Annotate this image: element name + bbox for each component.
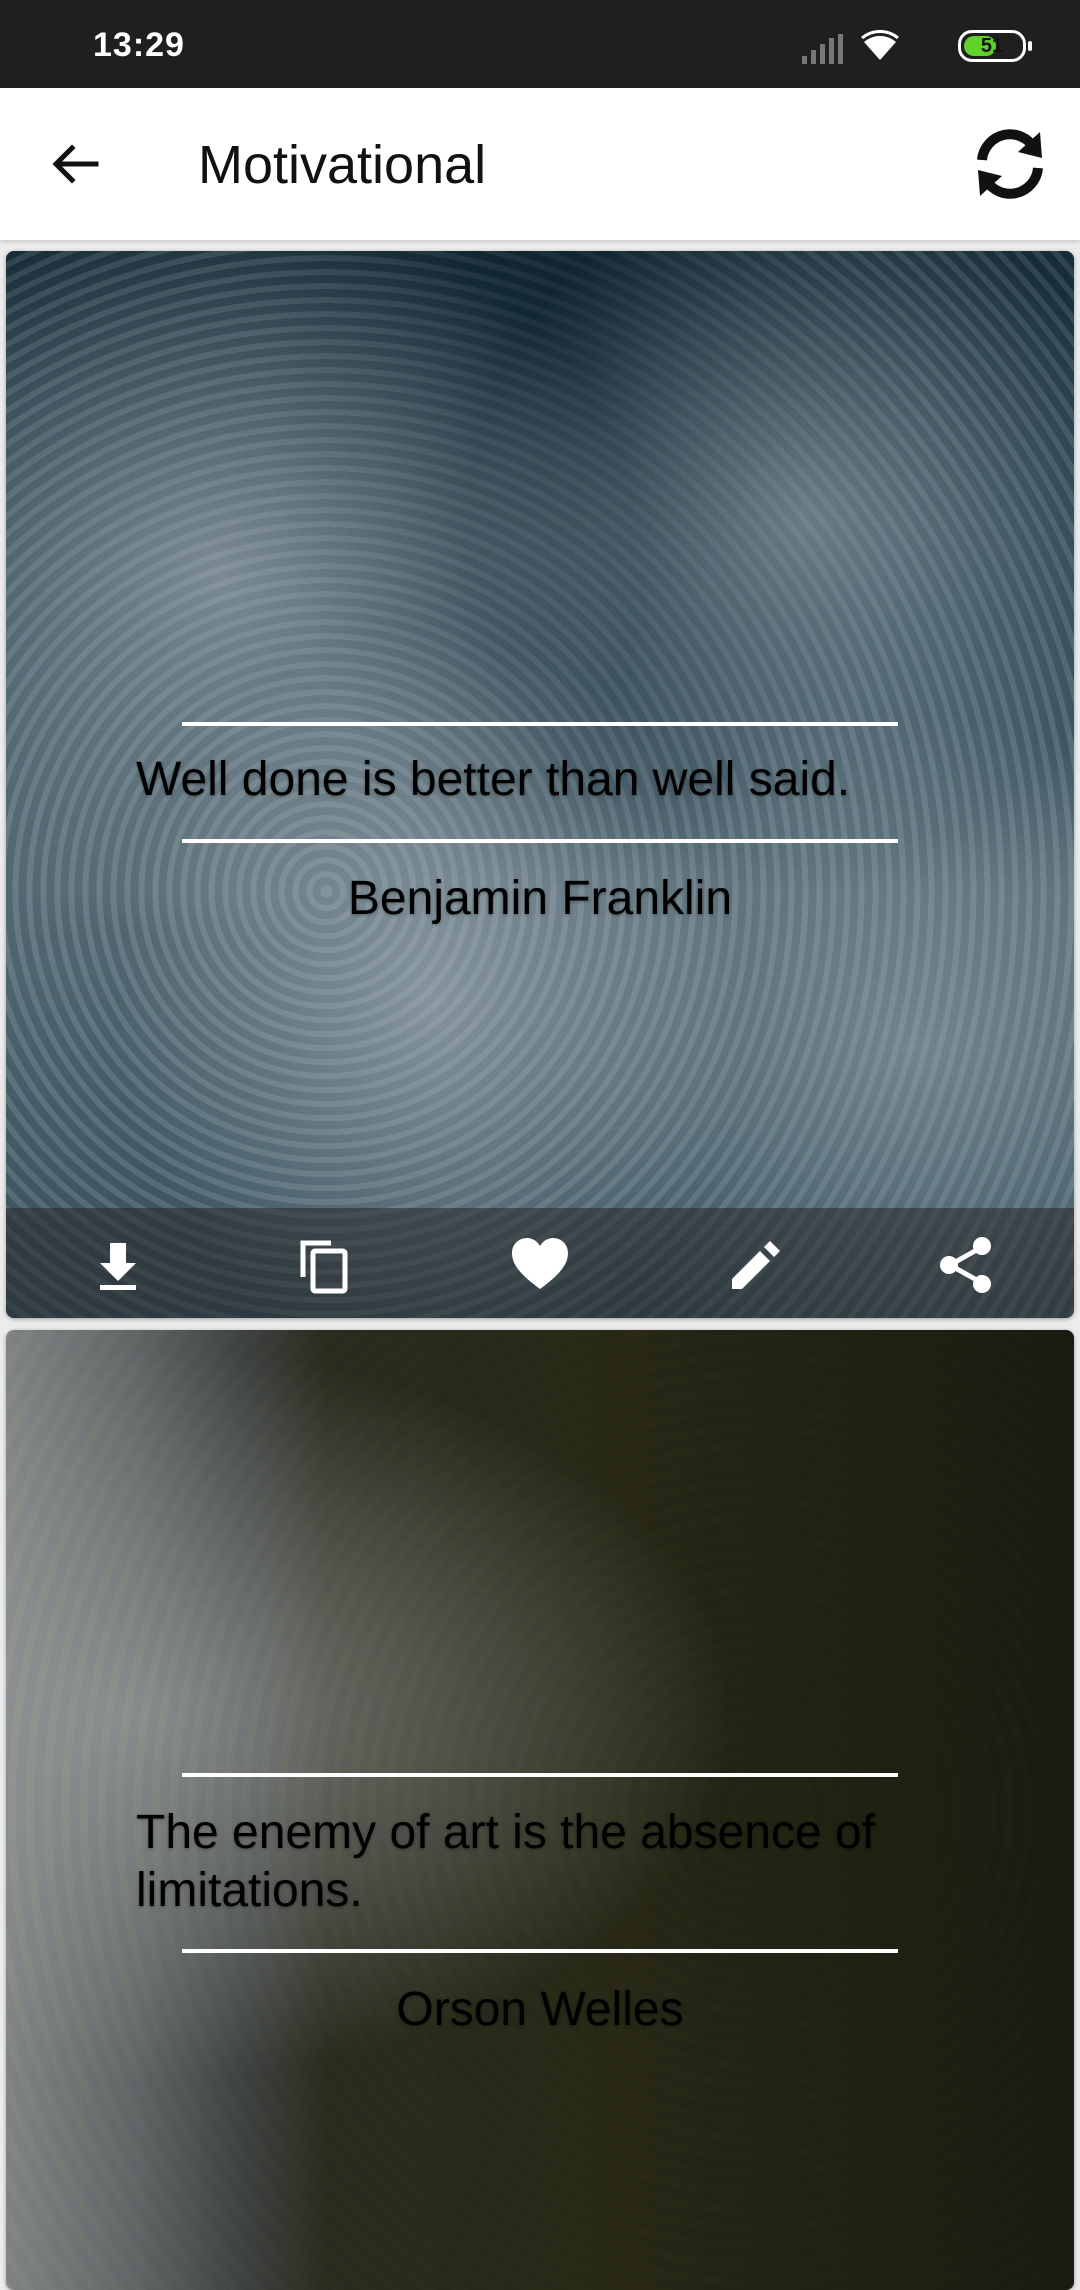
refresh-icon [977, 129, 1043, 199]
quote-bottom-rule [182, 1949, 898, 1953]
battery-level: 51 [980, 35, 1004, 57]
share-icon [940, 1237, 991, 1293]
status-time: 13:29 [93, 26, 185, 64]
battery-icon: 51 [958, 30, 1032, 62]
edit-icon [732, 1241, 780, 1289]
quote-bottom-rule [182, 839, 898, 843]
back-arrow-icon [52, 144, 99, 184]
download-icon [100, 1243, 136, 1290]
quote-text: The enemy of art is the absence of limit… [136, 1806, 876, 1917]
quote-author: Orson Welles [396, 1983, 684, 2036]
quote-card-1[interactable]: Well done is better than well said. Benj… [6, 251, 1074, 1318]
quote-author: Benjamin Franklin [347, 872, 733, 925]
back-button[interactable] [44, 132, 108, 196]
app-bar: Motivational [0, 88, 1080, 240]
quote-text: Well done is better than well said. [136, 753, 851, 806]
edit-button[interactable] [724, 1235, 784, 1295]
copy-button[interactable] [295, 1235, 355, 1295]
download-button[interactable] [88, 1235, 148, 1295]
status-bar: 13:29 51 [0, 0, 1080, 88]
copy-icon [300, 1240, 348, 1294]
battery-tip [1028, 41, 1032, 51]
quote-top-rule [182, 1773, 898, 1777]
share-button[interactable] [936, 1235, 996, 1295]
signal-icon [802, 34, 843, 64]
wifi-icon [861, 30, 899, 60]
heart-icon [512, 1238, 568, 1289]
refresh-button[interactable] [968, 122, 1052, 206]
quote-top-rule [182, 722, 898, 726]
favorite-button[interactable] [510, 1235, 570, 1295]
page-title: Motivational [198, 135, 487, 195]
quote-card-2[interactable]: The enemy of art is the absence of limit… [6, 1330, 1074, 2290]
card-action-bar [6, 1208, 1074, 1318]
